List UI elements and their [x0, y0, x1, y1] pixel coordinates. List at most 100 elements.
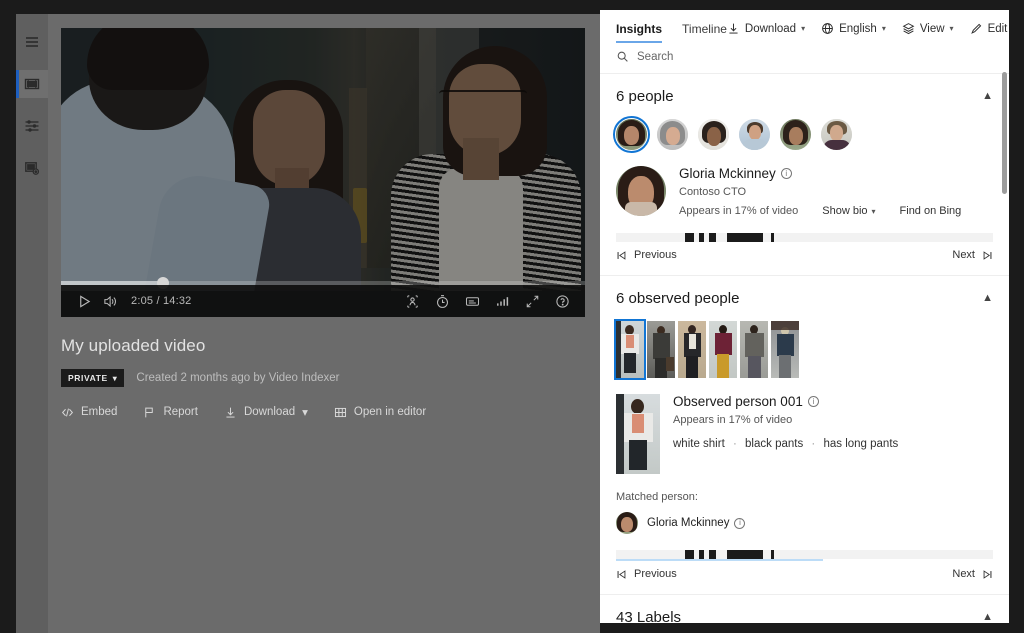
matched-person-label: Matched person: [616, 491, 993, 503]
person-thumbnail[interactable] [657, 119, 688, 150]
panel-view-label: View [920, 23, 945, 35]
timeline-segment [771, 550, 774, 559]
observed-person-thumbnail[interactable] [616, 321, 644, 378]
info-icon[interactable]: i [808, 396, 819, 407]
observed-people-timeline-track[interactable] [616, 550, 993, 559]
play-icon [77, 294, 92, 309]
observed-people-thumbnails [616, 321, 993, 378]
matched-person-row[interactable]: Gloria Mckinney i [616, 512, 993, 534]
volume-button[interactable] [97, 288, 123, 314]
show-bio-button[interactable]: Show bio ▾ [822, 205, 875, 217]
find-on-bing-button[interactable]: Find on Bing [900, 205, 962, 217]
captions-button[interactable] [459, 288, 485, 314]
download-button[interactable]: Download ▾ [224, 405, 308, 419]
people-previous-button[interactable]: Previous [616, 249, 677, 261]
attribute-separator: · [811, 438, 815, 450]
panel-tools: Download ▾ English ▾ [727, 22, 1007, 35]
editor-icon [334, 406, 347, 419]
people-section-header: 6 people ▲ [616, 88, 993, 105]
person-detail-avatar [616, 166, 666, 216]
observed-person-name: Observed person 001 [673, 394, 803, 409]
panel-scrollbar-thumb[interactable] [1002, 72, 1007, 194]
video-indexer-main-area: 2:05 / 14:32 [16, 14, 600, 633]
next-icon [982, 569, 993, 580]
chevron-up-icon[interactable]: ▲ [982, 612, 993, 623]
film-icon [24, 76, 40, 92]
tab-insights[interactable]: Insights [616, 22, 662, 43]
people-timeline[interactable]: Previous Next [616, 233, 993, 265]
person-appears-text: Appears in 17% of video [679, 205, 798, 217]
open-in-editor-button[interactable]: Open in editor [334, 406, 426, 419]
panel-download-button[interactable]: Download ▾ [727, 22, 805, 35]
people-thumbnails [616, 119, 993, 150]
embed-button[interactable]: Embed [61, 406, 117, 419]
people-previous-label: Previous [634, 249, 677, 261]
person-thumbnail[interactable] [698, 119, 729, 150]
video-dim-overlay [61, 28, 585, 317]
timer-button[interactable] [429, 288, 455, 314]
people-timeline-nav: Previous Next [616, 249, 993, 265]
observed-next-button[interactable]: Next [952, 568, 993, 580]
matched-person-avatar [616, 512, 638, 534]
person-thumbnail[interactable] [616, 119, 647, 150]
timeline-segment [699, 233, 704, 242]
chevron-up-icon[interactable]: ▲ [982, 91, 993, 102]
info-icon[interactable]: i [781, 168, 792, 179]
person-insights-button[interactable] [399, 288, 425, 314]
sidebar-item-customization[interactable] [16, 112, 48, 140]
observed-people-timeline[interactable]: Previous Next [616, 550, 993, 584]
sidebar-item-media[interactable] [16, 70, 48, 98]
download-icon [727, 22, 740, 35]
panel-language-button[interactable]: English ▾ [821, 22, 886, 35]
person-thumbnail[interactable] [780, 119, 811, 150]
video-player[interactable]: 2:05 / 14:32 [61, 28, 585, 317]
observed-person-thumbnail[interactable] [740, 321, 768, 378]
tab-timeline[interactable]: Timeline [682, 22, 727, 43]
fullscreen-button[interactable] [519, 288, 545, 314]
observed-person-thumbnail[interactable] [709, 321, 737, 378]
report-button[interactable]: Report [143, 406, 198, 419]
flag-icon [143, 406, 156, 419]
timeline-segment [727, 233, 763, 242]
video-meta: My uploaded video PRIVATE ▾ Created 2 mo… [61, 336, 585, 419]
people-timeline-track[interactable] [616, 233, 993, 242]
privacy-badge[interactable]: PRIVATE ▾ [61, 369, 124, 387]
matched-person-name: Gloria Mckinney [647, 517, 729, 529]
chevron-down-icon: ▾ [872, 207, 876, 216]
chevron-down-icon: ▾ [882, 24, 886, 33]
person-detail: Gloria Mckinney i Contoso CTO Appears in… [616, 166, 993, 217]
observed-person-detail-image [616, 394, 660, 474]
panel-language-label: English [839, 23, 877, 35]
help-button[interactable] [549, 288, 575, 314]
quality-button[interactable] [489, 288, 515, 314]
sidebar-item-menu[interactable] [16, 28, 48, 56]
labels-section-header: 43 Labels ▲ [616, 609, 993, 623]
person-thumbnail[interactable] [821, 119, 852, 150]
observed-person-thumbnail[interactable] [678, 321, 706, 378]
timeline-segment [709, 233, 717, 242]
timeline-segment [709, 550, 717, 559]
observed-person-thumbnail[interactable] [647, 321, 675, 378]
observed-person-thumbnail[interactable] [771, 321, 799, 378]
timeline-progress-underline [616, 559, 823, 561]
info-icon[interactable]: i [734, 518, 745, 529]
play-button[interactable] [71, 288, 97, 314]
person-thumbnail[interactable] [739, 119, 770, 150]
chevron-up-icon[interactable]: ▲ [982, 293, 993, 304]
person-insights-icon [405, 294, 420, 309]
timeline-segment [685, 233, 695, 242]
panel-view-button[interactable]: View ▾ [902, 22, 954, 35]
panel-edit-button[interactable]: Edit [970, 22, 1008, 35]
sidebar-item-model-customization[interactable] [16, 154, 48, 182]
page-title: My uploaded video [61, 336, 585, 356]
panel-header: Insights Timeline Download ▾ [600, 10, 1009, 43]
observed-next-label: Next [952, 568, 975, 580]
timeline-segment [727, 550, 763, 559]
people-next-button[interactable]: Next [952, 249, 993, 261]
timeline-segment [771, 233, 774, 242]
observed-people-timeline-nav: Previous Next [616, 568, 993, 584]
observed-previous-button[interactable]: Previous [616, 568, 677, 580]
person-detail-text: Gloria Mckinney i Contoso CTO Appears in… [679, 166, 961, 217]
chevron-down-icon: ▾ [113, 374, 118, 383]
search-input[interactable]: Search [600, 43, 1009, 73]
